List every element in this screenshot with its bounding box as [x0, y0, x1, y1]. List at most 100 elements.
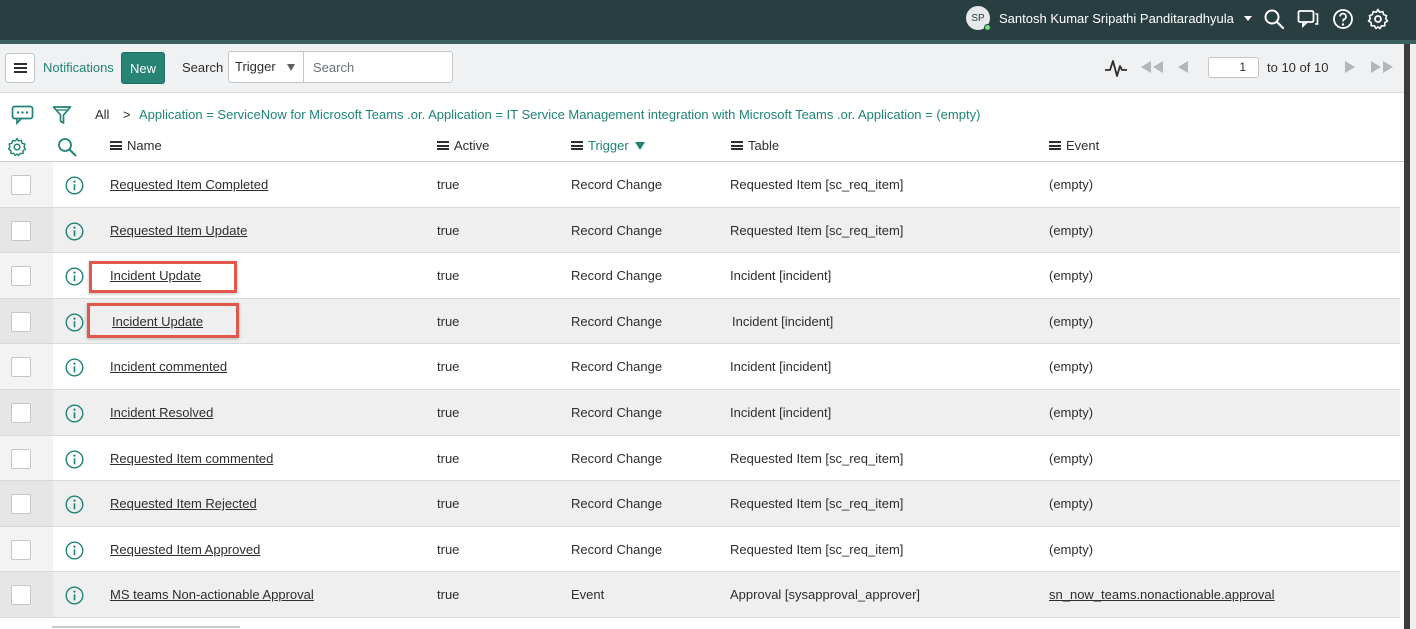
list-settings-gear-icon[interactable] — [7, 137, 27, 157]
checkbox-cell — [0, 435, 53, 481]
column-menu-icon[interactable] — [1049, 141, 1061, 150]
row-checkbox[interactable] — [11, 266, 31, 287]
row-checkbox[interactable] — [11, 585, 31, 606]
column-menu-icon[interactable] — [437, 141, 449, 150]
row-name-link[interactable]: Requested Item Update — [110, 223, 247, 238]
info-icon[interactable] — [65, 404, 84, 423]
column-menu-icon[interactable] — [731, 141, 743, 150]
next-page-icon[interactable] — [1344, 60, 1356, 74]
row-active: true — [437, 222, 460, 238]
last-page-icon[interactable] — [1369, 60, 1395, 74]
breadcrumb: All > Application = ServiceNow for Micro… — [0, 94, 1404, 132]
row-checkbox[interactable] — [11, 357, 31, 378]
table-row: Requested Item Rejected true Record Chan… — [0, 481, 1400, 527]
chat-icon[interactable] — [1297, 8, 1319, 30]
row-name-link[interactable]: Requested Item Completed — [110, 177, 268, 192]
activity-icon[interactable] — [1104, 56, 1128, 80]
user-name[interactable]: Santosh Kumar Sripathi Panditaradhyula — [999, 11, 1234, 26]
column-menu-icon[interactable] — [571, 141, 583, 150]
row-trigger: Record Change — [571, 313, 663, 329]
table-row: Requested Item Update true Record Change… — [0, 207, 1400, 254]
info-icon[interactable] — [65, 267, 84, 286]
row-checkbox[interactable] — [11, 311, 31, 332]
row-trigger: Record Change — [571, 177, 663, 192]
search-input[interactable] — [303, 51, 453, 83]
info-icon[interactable] — [65, 450, 84, 469]
row-name-link[interactable]: Requested Item Rejected — [110, 496, 257, 511]
row-name-link[interactable]: Incident Resolved — [110, 405, 213, 420]
search-field-select[interactable]: Trigger — [228, 51, 304, 83]
search-icon[interactable] — [1263, 8, 1285, 30]
row-trigger: Event — [571, 587, 605, 603]
info-icon[interactable] — [65, 313, 84, 332]
help-icon[interactable] — [1332, 8, 1354, 30]
gear-icon[interactable] — [1367, 8, 1389, 30]
avatar[interactable]: SP — [966, 6, 991, 31]
search-label: Search — [182, 60, 224, 75]
comment-filter-icon[interactable] — [11, 105, 35, 125]
column-header-trigger[interactable]: Trigger — [571, 138, 645, 153]
info-icon[interactable] — [65, 541, 84, 560]
user-menu[interactable]: SP Santosh Kumar Sripathi Panditaradhyul… — [966, 6, 1252, 31]
row-event: (empty) — [1049, 313, 1094, 329]
row-checkbox[interactable] — [11, 402, 31, 423]
sort-descending-icon — [634, 141, 645, 150]
annotation-highlight-box — [89, 261, 237, 293]
row-name-link[interactable]: Requested Item Approved — [110, 542, 260, 557]
column-header-active[interactable]: Active — [437, 138, 489, 153]
row-name-link[interactable]: Incident commented — [110, 359, 227, 374]
chevron-down-icon[interactable] — [1243, 15, 1252, 21]
row-trigger: Record Change — [571, 359, 663, 375]
filter-icon[interactable] — [52, 105, 72, 125]
table-row: Incident Resolved true Record Change Inc… — [0, 389, 1400, 436]
new-button[interactable]: New — [121, 52, 165, 84]
row-checkbox[interactable] — [11, 448, 31, 469]
column-search-icon[interactable] — [57, 137, 77, 157]
row-checkbox[interactable] — [11, 539, 31, 560]
column-header-table[interactable]: Table — [731, 138, 779, 153]
column-label-active: Active — [454, 138, 490, 153]
row-event: (empty) — [1049, 496, 1094, 512]
breadcrumb-all[interactable]: All — [95, 107, 109, 122]
row-active: true — [437, 541, 460, 557]
caret-down-icon — [287, 64, 295, 71]
row-table: Requested Item [sc_req_item] — [730, 541, 904, 557]
bottom-scroll-indicator — [52, 626, 240, 628]
row-event-link[interactable]: sn_now_teams.nonactionable.approval — [1049, 587, 1275, 602]
column-header-event[interactable]: Event — [1049, 138, 1099, 153]
row-checkbox[interactable] — [11, 220, 31, 241]
info-icon[interactable] — [65, 495, 84, 514]
list-menu-button[interactable] — [5, 53, 35, 83]
row-event: (empty) — [1049, 450, 1094, 466]
row-checkbox[interactable] — [11, 175, 31, 195]
previous-page-icon[interactable] — [1177, 60, 1189, 74]
info-icon[interactable] — [65, 358, 84, 377]
row-trigger: Record Change — [571, 541, 663, 557]
list-title[interactable]: Notifications — [43, 60, 114, 75]
column-header-name[interactable]: Name — [110, 138, 162, 153]
row-active: true — [437, 268, 460, 284]
row-event: (empty) — [1049, 359, 1094, 375]
breadcrumb-condition[interactable]: Application = ServiceNow for Microsoft T… — [139, 107, 980, 122]
info-icon[interactable] — [65, 586, 84, 605]
row-checkbox[interactable] — [11, 494, 31, 515]
breadcrumb-separator: > — [123, 107, 131, 122]
row-table: Requested Item [sc_req_item] — [730, 177, 904, 192]
row-table: Incident [incident] — [730, 359, 832, 375]
row-active: true — [437, 587, 460, 603]
column-label-trigger: Trigger — [588, 138, 629, 153]
row-name-link[interactable]: Requested Item commented — [110, 451, 273, 466]
row-name-link[interactable]: MS teams Non-actionable Approval — [110, 587, 314, 602]
row-event: (empty) — [1049, 222, 1094, 238]
row-event: (empty) — [1049, 177, 1094, 192]
info-icon[interactable] — [65, 222, 84, 241]
row-trigger: Record Change — [571, 268, 663, 284]
page-number-input[interactable]: 1 — [1208, 57, 1259, 78]
info-icon[interactable] — [65, 176, 84, 195]
first-page-icon[interactable] — [1139, 60, 1165, 74]
table-row: Requested Item Completed true Record Cha… — [0, 162, 1400, 208]
row-event: (empty) — [1049, 404, 1094, 420]
scrollbar-thumb[interactable] — [1404, 44, 1410, 629]
column-menu-icon[interactable] — [110, 141, 122, 150]
row-active: true — [437, 404, 460, 420]
